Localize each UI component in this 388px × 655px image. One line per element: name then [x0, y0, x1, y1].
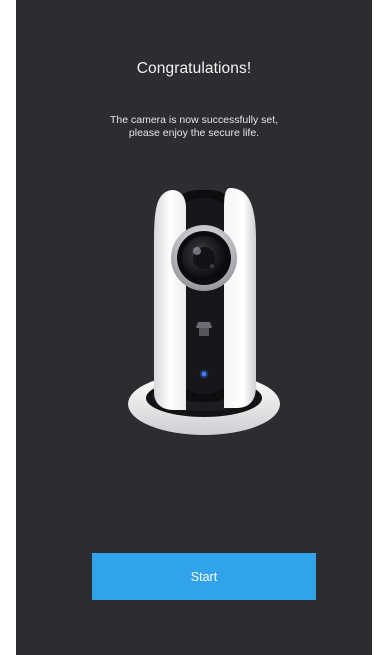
success-message: The camera is now successfully set, plea… [16, 114, 372, 140]
security-camera-image [128, 188, 280, 435]
start-button[interactable]: Start [92, 553, 316, 600]
setup-complete-screen: Congratulations! The camera is now succe… [16, 0, 372, 655]
success-message-line-2: please enjoy the secure life. [128, 127, 260, 139]
page-title: Congratulations! [136, 60, 252, 77]
success-message-line-1: The camera is now successfully set, [109, 114, 279, 126]
